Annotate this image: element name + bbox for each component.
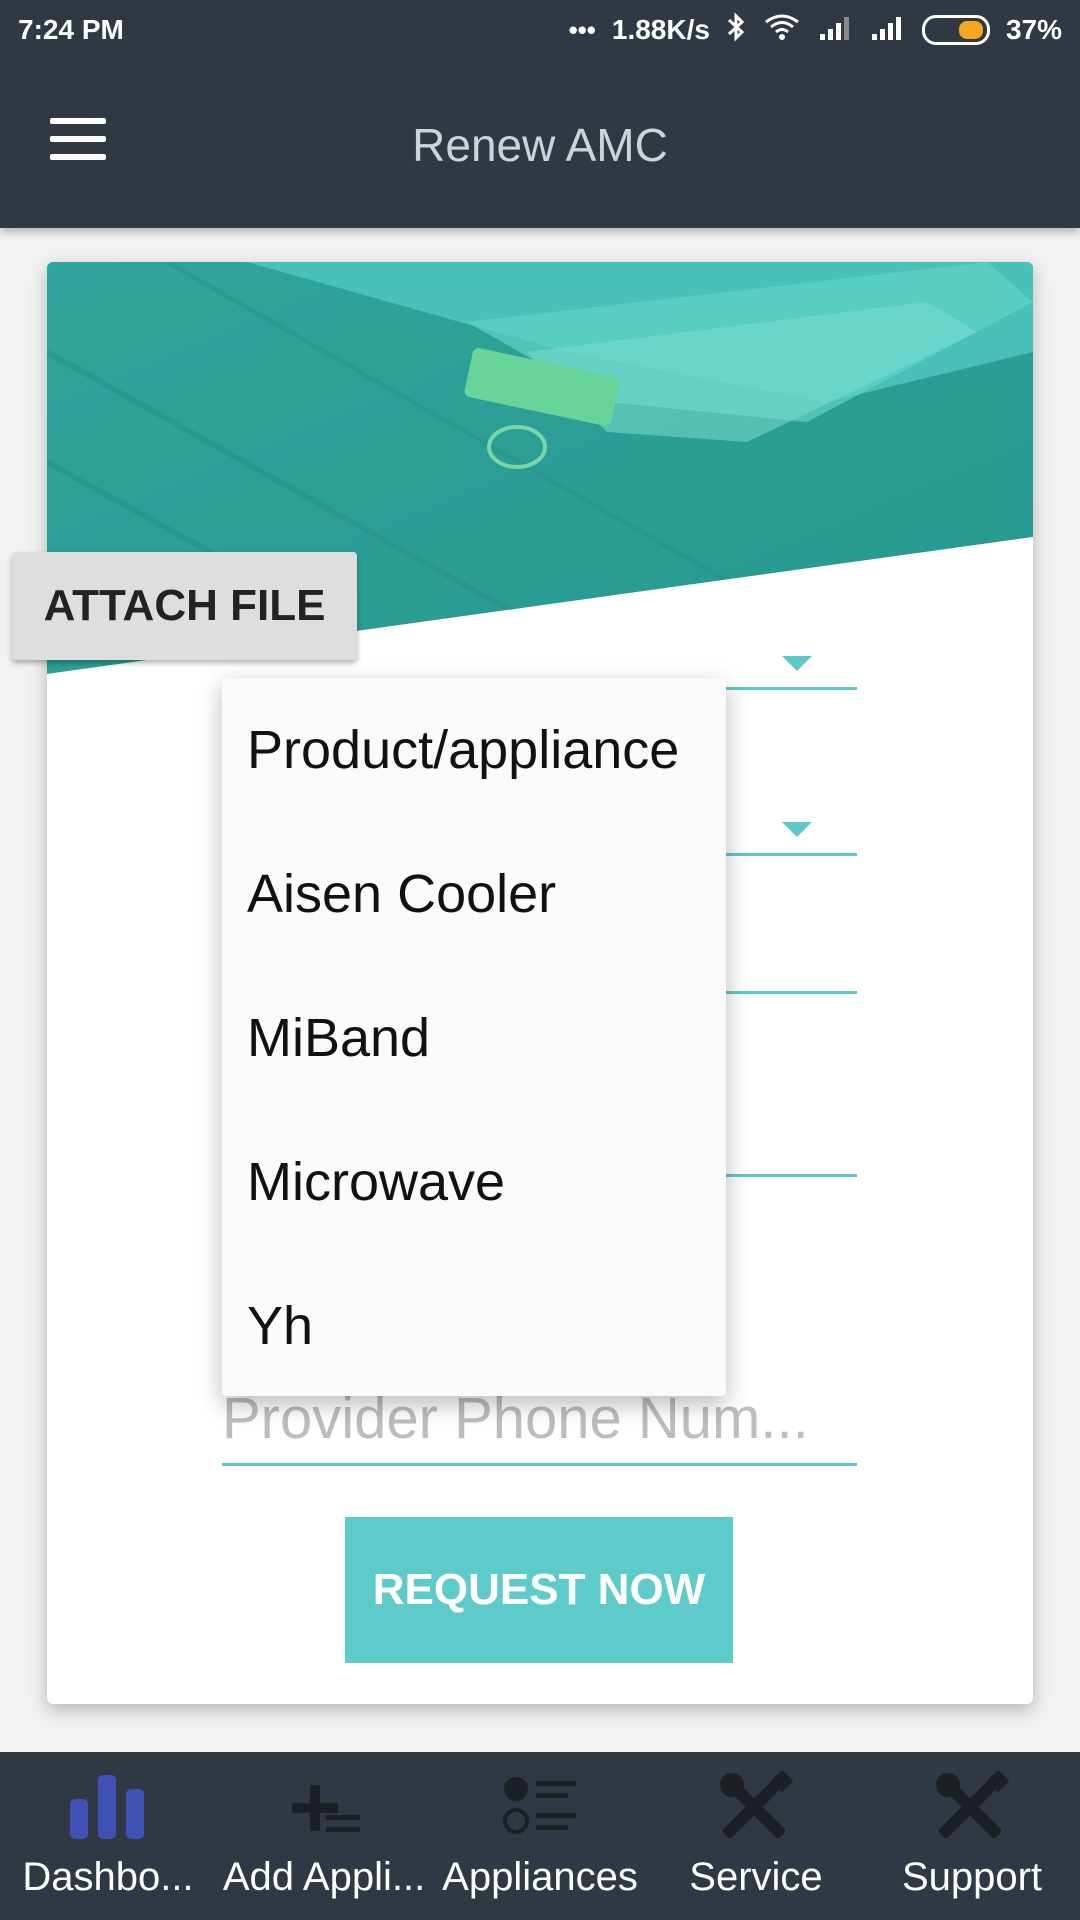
list-icon (502, 1767, 578, 1847)
dropdown-item[interactable]: Product/appliance (222, 678, 726, 822)
dropdown-item[interactable]: Microwave (222, 1110, 726, 1254)
bottom-navigation: Dashbo... Add Appli... Appliances Servic… (0, 1752, 1080, 1920)
dropdown-item[interactable]: Aisen Cooler (222, 822, 726, 966)
add-list-icon (286, 1767, 362, 1847)
dropdown-item[interactable]: MiBand (222, 966, 726, 1110)
nav-item-service[interactable]: Service (648, 1752, 864, 1920)
tools-icon (718, 1767, 794, 1847)
dropdown-item[interactable]: Yh (222, 1254, 726, 1398)
nav-label: Support (901, 1855, 1043, 1899)
signal-icon (818, 12, 854, 49)
nav-label: Service (689, 1855, 823, 1899)
nav-label: Dashbo... (22, 1855, 194, 1899)
battery-icon (921, 15, 990, 45)
nav-item-add-appliance[interactable]: Add Appli... (216, 1752, 432, 1920)
attach-file-button[interactable]: ATTACH FILE (12, 552, 357, 660)
status-bar: 7:24 PM ••• 1.88K/s 37% (0, 0, 1080, 60)
battery-percent: 37% (1005, 14, 1062, 45)
chevron-down-icon (782, 822, 812, 837)
nav-item-support[interactable]: Support (864, 1752, 1080, 1920)
signal-icon (870, 12, 906, 49)
wifi-icon (762, 12, 802, 49)
page-title: Renew AMC (412, 119, 668, 171)
nav-item-dashboard[interactable]: Dashbo... (0, 1752, 216, 1920)
bluetooth-icon (726, 11, 746, 49)
nav-item-appliances[interactable]: Appliances (432, 1752, 648, 1920)
status-icons: ••• 1.88K/s 37% (568, 11, 1062, 49)
request-now-button[interactable]: REQUEST NOW (345, 1517, 733, 1663)
app-bar: Renew AMC (0, 60, 1080, 228)
product-dropdown-menu: Product/appliance Aisen Cooler MiBand Mi… (222, 678, 726, 1396)
nav-label: Appliances (442, 1855, 638, 1899)
status-time: 7:24 PM (18, 14, 124, 45)
tools-icon (934, 1767, 1010, 1847)
chevron-down-icon (782, 656, 812, 671)
dots-icon: ••• (568, 14, 596, 45)
network-speed: 1.88K/s (611, 14, 710, 45)
bar-chart-icon (70, 1767, 146, 1847)
nav-label: Add Appli... (222, 1855, 426, 1899)
